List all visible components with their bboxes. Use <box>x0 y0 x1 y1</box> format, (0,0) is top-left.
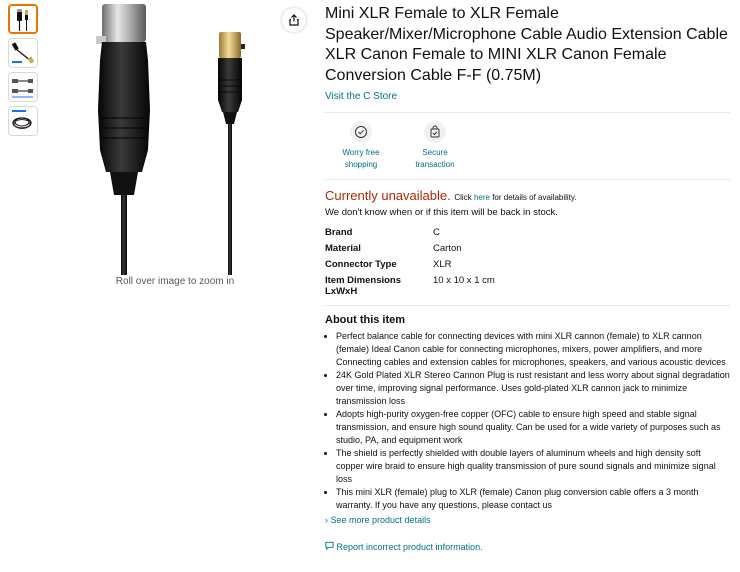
badge-secure-transaction[interactable]: Secure transaction <box>403 121 467 171</box>
spec-key: Brand <box>325 227 353 238</box>
comment-icon <box>325 541 337 552</box>
spec-row: Brand C <box>325 227 495 243</box>
product-title: Mini XLR Female to XLR Female Speaker/Mi… <box>325 5 728 84</box>
about-bullets: Perfect balance cable for connecting dev… <box>325 330 730 512</box>
store-link[interactable]: Visit the C Store <box>325 91 397 102</box>
spec-key: Material <box>325 243 361 254</box>
see-more-link[interactable]: › See more product details <box>325 515 730 525</box>
share-icon <box>289 14 299 26</box>
chevron-right-icon: › <box>325 515 328 525</box>
main-product-image[interactable] <box>80 0 270 275</box>
about-bullet: This mini XLR (female) plug to XLR (fema… <box>336 486 730 512</box>
about-bullet: Adopts high-purity oxygen-free copper (O… <box>336 408 730 447</box>
thumbnail-dimension-diagram[interactable] <box>8 72 38 102</box>
report-link-label: Report incorrect product information. <box>336 542 483 552</box>
xlr-cable-image <box>96 4 245 275</box>
spec-value: Carton <box>433 243 462 254</box>
thumbnail-coiled-cable[interactable] <box>8 106 38 136</box>
trust-badges: Worry free shopping Secure transaction <box>329 121 730 171</box>
report-link[interactable]: Report incorrect product information. <box>325 541 730 552</box>
about-bullet: 24K Gold Plated XLR Stereo Cannon Plug i… <box>336 369 730 408</box>
availability-details: Click here for details of availability. <box>454 193 577 202</box>
spec-row: Item Dimensions LxWxH 10 x 10 x 1 cm <box>325 275 495 297</box>
availability-note: We don't know when or if this item will … <box>325 207 558 218</box>
dimension-diagram-thumbnail-icon <box>12 79 33 98</box>
spec-key: Item Dimensions LxWxH <box>325 275 402 297</box>
spec-row: Material Carton <box>325 243 495 259</box>
coiled-cable-thumbnail-icon <box>12 110 32 129</box>
about-bullet: Perfect balance cable for connecting dev… <box>336 330 730 369</box>
thumbnail-strip <box>8 4 40 140</box>
thumbnail-cable-side[interactable] <box>8 38 38 68</box>
badge-label: Secure transaction <box>415 148 455 169</box>
product-details-column: Mini XLR Female to XLR Female Speaker/Mi… <box>325 4 730 552</box>
shield-check-icon <box>350 121 372 143</box>
spec-value: 10 x 10 x 1 cm <box>433 275 495 286</box>
divider <box>325 305 730 306</box>
specs-table: Brand C Material Carton Connector Type X… <box>325 227 495 297</box>
availability-status: Currently unavailable. Click here for de… <box>325 188 730 203</box>
thumbnail-cable-photo[interactable] <box>8 4 38 34</box>
see-more-label: See more product details <box>330 515 431 525</box>
about-heading: About this item <box>325 314 406 326</box>
zoom-hint: Roll over image to zoom in <box>115 276 235 287</box>
spec-row: Connector Type XLR <box>325 259 495 275</box>
spec-value: XLR <box>433 259 452 270</box>
cable-side-thumbnail-icon <box>11 42 35 64</box>
share-button[interactable] <box>282 8 306 32</box>
badge-worry-free[interactable]: Worry free shopping <box>329 121 393 171</box>
spec-key: Connector Type <box>325 259 397 270</box>
badge-label: Worry free shopping <box>342 148 380 169</box>
about-bullet: The shield is perfectly shielded with do… <box>336 447 730 486</box>
availability-here-link[interactable]: here <box>474 193 490 202</box>
divider <box>325 112 730 113</box>
cable-photo-thumbnail-icon <box>17 9 28 31</box>
secure-bag-icon <box>424 121 446 143</box>
spec-value: C <box>433 227 440 238</box>
availability-status-text: Currently unavailable. <box>325 188 451 203</box>
divider <box>325 179 730 180</box>
